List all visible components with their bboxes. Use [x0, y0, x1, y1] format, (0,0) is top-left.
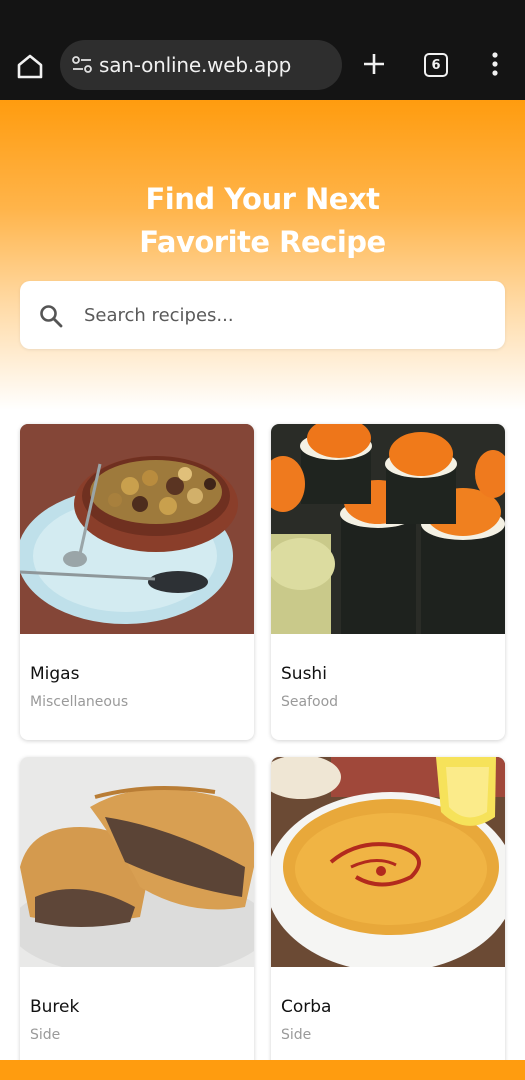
- site-settings-icon[interactable]: [70, 53, 94, 77]
- more-vert-icon: [492, 52, 498, 76]
- recipe-image-migas[interactable]: [20, 424, 254, 634]
- url-text[interactable]: san-online.web.app: [99, 53, 291, 77]
- recipe-category: Side: [281, 1027, 312, 1043]
- bottom-accent-bar: [0, 1060, 525, 1080]
- recipe-card-sushi[interactable]: Sushi Seafood: [271, 424, 505, 740]
- recipe-card-burek[interactable]: Burek Side: [20, 757, 254, 1080]
- hero-title-line-2: Favorite Recipe: [139, 225, 386, 259]
- recipe-card-migas[interactable]: Migas Miscellaneous: [20, 424, 254, 740]
- home-icon: [17, 54, 43, 79]
- browser-toolbar: san-online.web.app 6: [0, 0, 525, 100]
- address-bar[interactable]: san-online.web.app: [60, 40, 342, 90]
- recipe-category: Miscellaneous: [30, 694, 129, 710]
- hero-title-line-1: Find Your Next: [145, 182, 380, 216]
- recipe-image-corba[interactable]: [271, 757, 505, 967]
- hero-title: Find Your Next Favorite Recipe: [0, 178, 525, 264]
- home-button[interactable]: [14, 50, 46, 82]
- recipe-title[interactable]: Burek: [30, 997, 79, 1017]
- tab-switcher-button[interactable]: 6: [424, 53, 448, 77]
- recipe-card-corba[interactable]: Corba Side: [271, 757, 505, 1080]
- recipe-title[interactable]: Corba: [281, 997, 331, 1017]
- recipe-title[interactable]: Sushi: [281, 664, 327, 684]
- plus-icon: [364, 54, 384, 74]
- recipe-title[interactable]: Migas: [30, 664, 79, 684]
- recipe-category: Side: [30, 1027, 61, 1043]
- new-tab-button[interactable]: [360, 50, 388, 78]
- search-icon: [40, 305, 63, 328]
- recipe-image-sushi[interactable]: [271, 424, 505, 634]
- hero-section: Find Your Next Favorite Recipe: [0, 100, 525, 410]
- search-input[interactable]: [84, 297, 484, 333]
- overflow-menu-button[interactable]: [482, 50, 508, 80]
- search-box[interactable]: [20, 281, 505, 349]
- recipe-image-burek[interactable]: [20, 757, 254, 967]
- recipe-category: Seafood: [281, 694, 339, 710]
